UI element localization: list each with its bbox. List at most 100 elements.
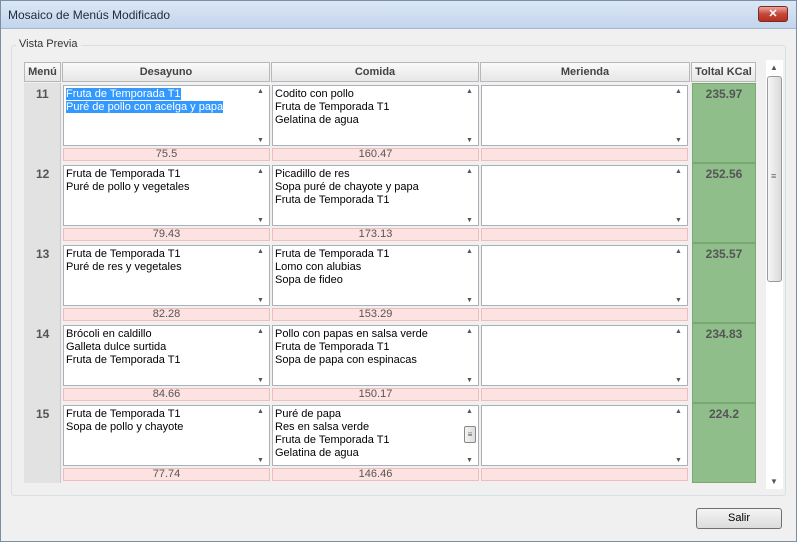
textarea-scrollbar[interactable]: ▲ ▼ (253, 326, 269, 385)
textarea-scrollbar[interactable]: ▲ ▼ (671, 86, 687, 145)
merienda-textarea[interactable]: ▲ ▼ (481, 165, 688, 226)
textarea-scrollbar[interactable]: ▲ ▼ (462, 86, 478, 145)
textarea-scrollbar[interactable]: ▲ ▼ (671, 406, 687, 465)
salir-button[interactable]: Salir (696, 508, 782, 529)
scroll-up-icon[interactable]: ▲ (257, 248, 264, 255)
dish-text: Codito con pollo (275, 88, 354, 100)
dish-line: Fruta de Temporada T1 (275, 248, 462, 261)
scroll-up-icon[interactable]: ▲ (675, 328, 682, 335)
scroll-up-icon[interactable]: ▲ (675, 248, 682, 255)
dish-text: Gelatina de agua (275, 114, 359, 126)
scroll-down-icon[interactable]: ▼ (466, 137, 473, 144)
merienda-textarea[interactable]: ▲ ▼ (481, 85, 688, 146)
scroll-up-icon[interactable]: ▲ (770, 63, 778, 72)
comida-textarea[interactable]: Puré de papa Res en salsa verde Fruta de T… (272, 405, 479, 466)
scroll-down-icon[interactable]: ▼ (257, 217, 264, 224)
textarea-scrollbar[interactable]: ▲ ▼ (253, 166, 269, 225)
dish-line: Fruta de Temporada T1 (66, 354, 253, 367)
scroll-up-icon[interactable]: ▲ (466, 168, 473, 175)
header-total-kcal[interactable]: Toltal KCal (691, 62, 756, 82)
scroll-down-icon[interactable]: ▼ (257, 377, 264, 384)
scroll-down-icon[interactable]: ▼ (675, 377, 682, 384)
scroll-up-icon[interactable]: ▲ (466, 248, 473, 255)
scroll-up-icon[interactable]: ▲ (675, 88, 682, 95)
scroll-up-icon[interactable]: ▲ (257, 408, 264, 415)
merienda-textarea[interactable]: ▲ ▼ (481, 405, 688, 466)
header-comida[interactable]: Comida (271, 62, 479, 82)
dish-text: Fruta de Temporada T1 (275, 101, 390, 113)
dish-line: Fruta de Temporada T1 (275, 101, 462, 114)
comida-textarea[interactable]: Codito con pollo Fruta de Temporada T1 Gel… (272, 85, 479, 146)
table-row: 12 Fruta de Temporada T1 Puré de pollo y v… (24, 163, 756, 243)
dish-line: Picadillo de res (275, 168, 462, 181)
scroll-down-icon[interactable]: ▼ (770, 477, 778, 486)
textarea-scrollbar[interactable]: ▲ ▼ (671, 326, 687, 385)
dish-line: Fruta de Temporada T1 (66, 248, 253, 261)
header-menu[interactable]: Menú (24, 62, 61, 82)
scroll-down-icon[interactable]: ▼ (257, 457, 264, 464)
merienda-kcal (481, 388, 688, 401)
title-bar: Mosaico de Menús Modificado ✕ (1, 1, 796, 29)
merienda-kcal (481, 228, 688, 241)
grid-scrollbar[interactable]: ▲ ≡ ▼ (766, 60, 783, 489)
scroll-up-icon[interactable]: ▲ (257, 88, 264, 95)
dish-text: Sopa de papa con espinacas (275, 354, 417, 366)
scroll-up-icon[interactable]: ▲ (466, 408, 473, 415)
comida-textarea[interactable]: Pollo con papas en salsa verde Fruta de T… (272, 325, 479, 386)
merienda-textarea[interactable]: ▲ ▼ (481, 245, 688, 306)
dish-line: Puré de papa (275, 408, 462, 421)
menu-number: 11 (24, 83, 61, 163)
header-desayuno[interactable]: Desayuno (62, 62, 270, 82)
dish-line: Fruta de Temporada T1 (275, 434, 462, 447)
scroll-down-icon[interactable]: ▼ (466, 217, 473, 224)
scroll-up-icon[interactable]: ▲ (257, 328, 264, 335)
scroll-down-icon[interactable]: ▼ (675, 217, 682, 224)
close-button[interactable]: ✕ (758, 6, 788, 22)
table-row: 14 Brócoli en caldillo Galleta dulce surti… (24, 323, 756, 403)
table-row: 11 Fruta de Temporada T1 Puré de pollo con… (24, 83, 756, 163)
merienda-textarea[interactable]: ▲ ▼ (481, 325, 688, 386)
desayuno-textarea[interactable]: Fruta de Temporada T1 Puré de pollo con a… (63, 85, 270, 146)
scroll-down-icon[interactable]: ▼ (466, 297, 473, 304)
textarea-scrollbar[interactable]: ▲ ▼ ≡ (462, 406, 478, 465)
dish-line: Fruta de Temporada T1 (66, 408, 253, 421)
dish-line: Sopa de papa con espinacas (275, 354, 462, 367)
desayuno-textarea[interactable]: Fruta de Temporada T1 Puré de res y veget… (63, 245, 270, 306)
scroll-up-icon[interactable]: ▲ (257, 168, 264, 175)
textarea-scrollbar[interactable]: ▲ ▼ (253, 246, 269, 305)
scrollbar-thumb[interactable]: ≡ (767, 76, 782, 282)
scroll-down-icon[interactable]: ▼ (466, 457, 473, 464)
scroll-down-icon[interactable]: ▼ (675, 297, 682, 304)
total-kcal: 252.56 (692, 163, 756, 243)
dish-text: Fruta de Temporada T1 (66, 248, 181, 260)
scroll-down-icon[interactable]: ▼ (675, 457, 682, 464)
scroll-up-icon[interactable]: ▲ (675, 168, 682, 175)
textarea-scrollbar[interactable]: ▲ ▼ (671, 166, 687, 225)
dish-text: Puré de papa (275, 408, 342, 420)
dish-line: Fruta de Temporada T1 (275, 194, 462, 207)
scroll-up-icon[interactable]: ▲ (675, 408, 682, 415)
scrollbar-thumb[interactable]: ≡ (464, 426, 476, 443)
textarea-scrollbar[interactable]: ▲ ▼ (462, 326, 478, 385)
textarea-scrollbar[interactable]: ▲ ▼ (671, 246, 687, 305)
scroll-down-icon[interactable]: ▼ (466, 377, 473, 384)
scroll-up-icon[interactable]: ▲ (466, 88, 473, 95)
textarea-scrollbar[interactable]: ▲ ▼ (462, 166, 478, 225)
table-row: 15 Fruta de Temporada T1 Sopa de pollo y c… (24, 403, 756, 483)
desayuno-textarea[interactable]: Fruta de Temporada T1 Sopa de pollo y cha… (63, 405, 270, 466)
scroll-down-icon[interactable]: ▼ (675, 137, 682, 144)
comida-textarea[interactable]: Picadillo de res Sopa puré de chayote y p… (272, 165, 479, 226)
textarea-scrollbar[interactable]: ▲ ▼ (253, 406, 269, 465)
header-merienda[interactable]: Merienda (480, 62, 690, 82)
dish-line: Sopa de fideo (275, 274, 462, 287)
comida-textarea[interactable]: Fruta de Temporada T1 Lomo con alubias Sop… (272, 245, 479, 306)
scroll-down-icon[interactable]: ▼ (257, 297, 264, 304)
scroll-up-icon[interactable]: ▲ (466, 328, 473, 335)
textarea-scrollbar[interactable]: ▲ ▼ (462, 246, 478, 305)
scroll-down-icon[interactable]: ▼ (257, 137, 264, 144)
desayuno-textarea[interactable]: Fruta de Temporada T1 Puré de pollo y veg… (63, 165, 270, 226)
dish-text: Fruta de Temporada T1 (275, 248, 390, 260)
desayuno-textarea[interactable]: Brócoli en caldillo Galleta dulce surtida… (63, 325, 270, 386)
dish-line: Sopa puré de chayote y papa (275, 181, 462, 194)
textarea-scrollbar[interactable]: ▲ ▼ (253, 86, 269, 145)
